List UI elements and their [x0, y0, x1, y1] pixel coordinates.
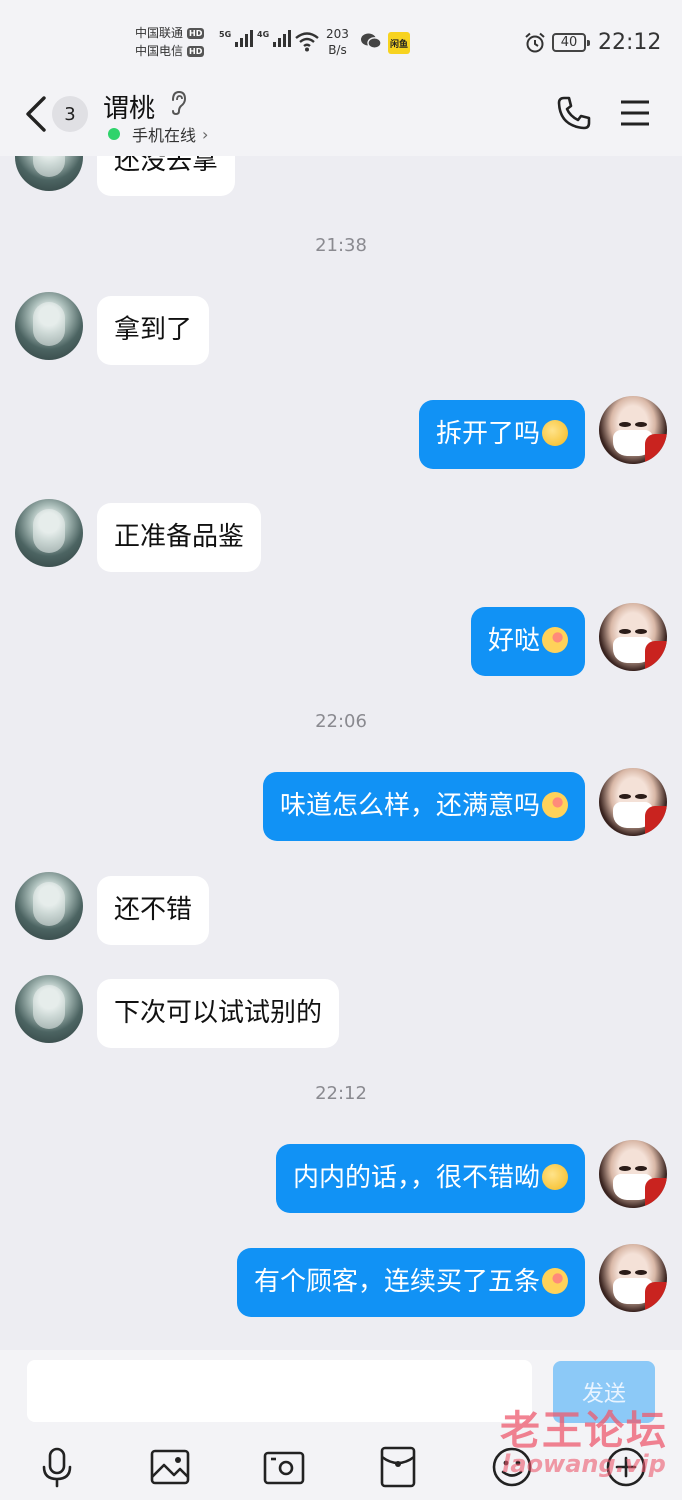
phone-icon[interactable] — [556, 95, 592, 131]
unread-count-badge[interactable]: 3 — [52, 96, 88, 132]
status-bar: 中国联通 HD 中国电信 HD 5G 4G 203 B/s 闲鱼 40 22:12 — [0, 0, 682, 80]
network-speed: 203 B/s — [326, 27, 349, 57]
timestamp: 21:38 — [315, 235, 367, 256]
message-bubble[interactable]: 味道怎么样，还满意吗 — [262, 772, 585, 841]
my-avatar[interactable] — [599, 603, 667, 671]
message-text: 味道怎么样，还满意吗 — [279, 791, 540, 821]
wechat-icon — [361, 33, 382, 49]
carrier-2: 中国电信 — [135, 44, 184, 58]
message-text: 正准备品鉴 — [114, 522, 245, 552]
message-bubble[interactable]: 有个顾客，连续买了五条 — [236, 1248, 585, 1317]
back-icon[interactable] — [22, 94, 52, 134]
chat-header: 3 谓桃 手机在线 › — [0, 80, 682, 156]
message-bubble[interactable]: 拿到了 — [97, 296, 210, 365]
input-bar: 发送 — [0, 1350, 682, 1500]
contact-name[interactable]: 谓桃 — [103, 88, 155, 125]
my-avatar[interactable] — [599, 1140, 667, 1208]
contact-avatar[interactable] — [15, 292, 83, 360]
message-bubble[interactable]: 拆开了吗 — [418, 400, 585, 469]
carrier-info: 中国联通 HD 中国电信 HD — [135, 24, 205, 60]
timestamp: 22:06 — [315, 711, 367, 732]
chevron-right-icon: › — [202, 124, 209, 144]
notification-icon: 闲鱼 — [388, 32, 410, 54]
microphone-icon[interactable] — [35, 1445, 79, 1489]
message-text: 还不错 — [114, 895, 193, 925]
signal-4g-icon: 4G — [257, 30, 292, 47]
battery-icon: 40 — [552, 33, 590, 52]
message-text: 下次可以试试别的 — [114, 998, 323, 1028]
hd-badge: HD — [187, 27, 205, 39]
hd-badge: HD — [187, 45, 205, 57]
contact-avatar[interactable] — [15, 872, 83, 940]
message-text: 还没去拿 — [114, 156, 219, 176]
clock: 22:12 — [598, 30, 662, 55]
candy-emoji-icon — [542, 1268, 568, 1294]
emoji-icon[interactable] — [490, 1445, 534, 1489]
message-text: 拿到了 — [114, 315, 193, 345]
signal-5g-icon: 5G — [219, 30, 254, 47]
message-bubble[interactable]: 好哒 — [470, 607, 585, 676]
message-bubble[interactable]: 下次可以试试别的 — [97, 979, 340, 1048]
my-avatar[interactable] — [599, 396, 667, 464]
message-bubble[interactable]: 还没去拿 — [97, 156, 236, 196]
contact-avatar[interactable] — [15, 975, 83, 1043]
message-text: 内内的话，，很不错呦 — [292, 1163, 540, 1193]
plus-icon[interactable] — [604, 1445, 648, 1489]
presence-label: 手机在线 — [132, 126, 197, 145]
image-icon[interactable] — [148, 1445, 192, 1489]
candy-emoji-icon — [542, 627, 568, 653]
message-bubble[interactable]: 正准备品鉴 — [97, 503, 262, 572]
wifi-icon — [295, 32, 319, 52]
message-bubble[interactable]: 内内的话，，很不错呦 — [275, 1144, 585, 1213]
ear-icon — [172, 90, 187, 116]
red-packet-icon[interactable] — [376, 1445, 420, 1489]
contact-avatar[interactable] — [15, 156, 83, 191]
presence-status[interactable]: 手机在线 › — [108, 122, 208, 146]
message-input[interactable] — [27, 1360, 532, 1422]
menu-icon[interactable] — [620, 100, 650, 126]
timestamp: 22:12 — [315, 1083, 367, 1104]
send-button[interactable]: 发送 — [553, 1361, 655, 1423]
camera-icon[interactable] — [262, 1445, 306, 1489]
message-text: 拆开了吗 — [435, 419, 540, 449]
message-text: 有个顾客，连续买了五条 — [253, 1267, 540, 1297]
message-bubble[interactable]: 还不错 — [97, 876, 210, 945]
alarm-icon — [525, 32, 545, 53]
candy-emoji-icon — [542, 792, 568, 818]
shy-emoji-icon — [542, 420, 568, 446]
contact-avatar[interactable] — [15, 499, 83, 567]
my-avatar[interactable] — [599, 1244, 667, 1312]
shy-emoji-icon — [542, 1164, 568, 1190]
my-avatar[interactable] — [599, 768, 667, 836]
message-list[interactable]: 还没去拿 21:38 拿到了 拆开了吗 正准备品鉴 好哒 22:06 味道怎么样… — [0, 156, 682, 1350]
online-dot-icon — [108, 128, 120, 140]
message-text: 好哒 — [487, 626, 540, 656]
carrier-1: 中国联通 — [135, 26, 184, 40]
